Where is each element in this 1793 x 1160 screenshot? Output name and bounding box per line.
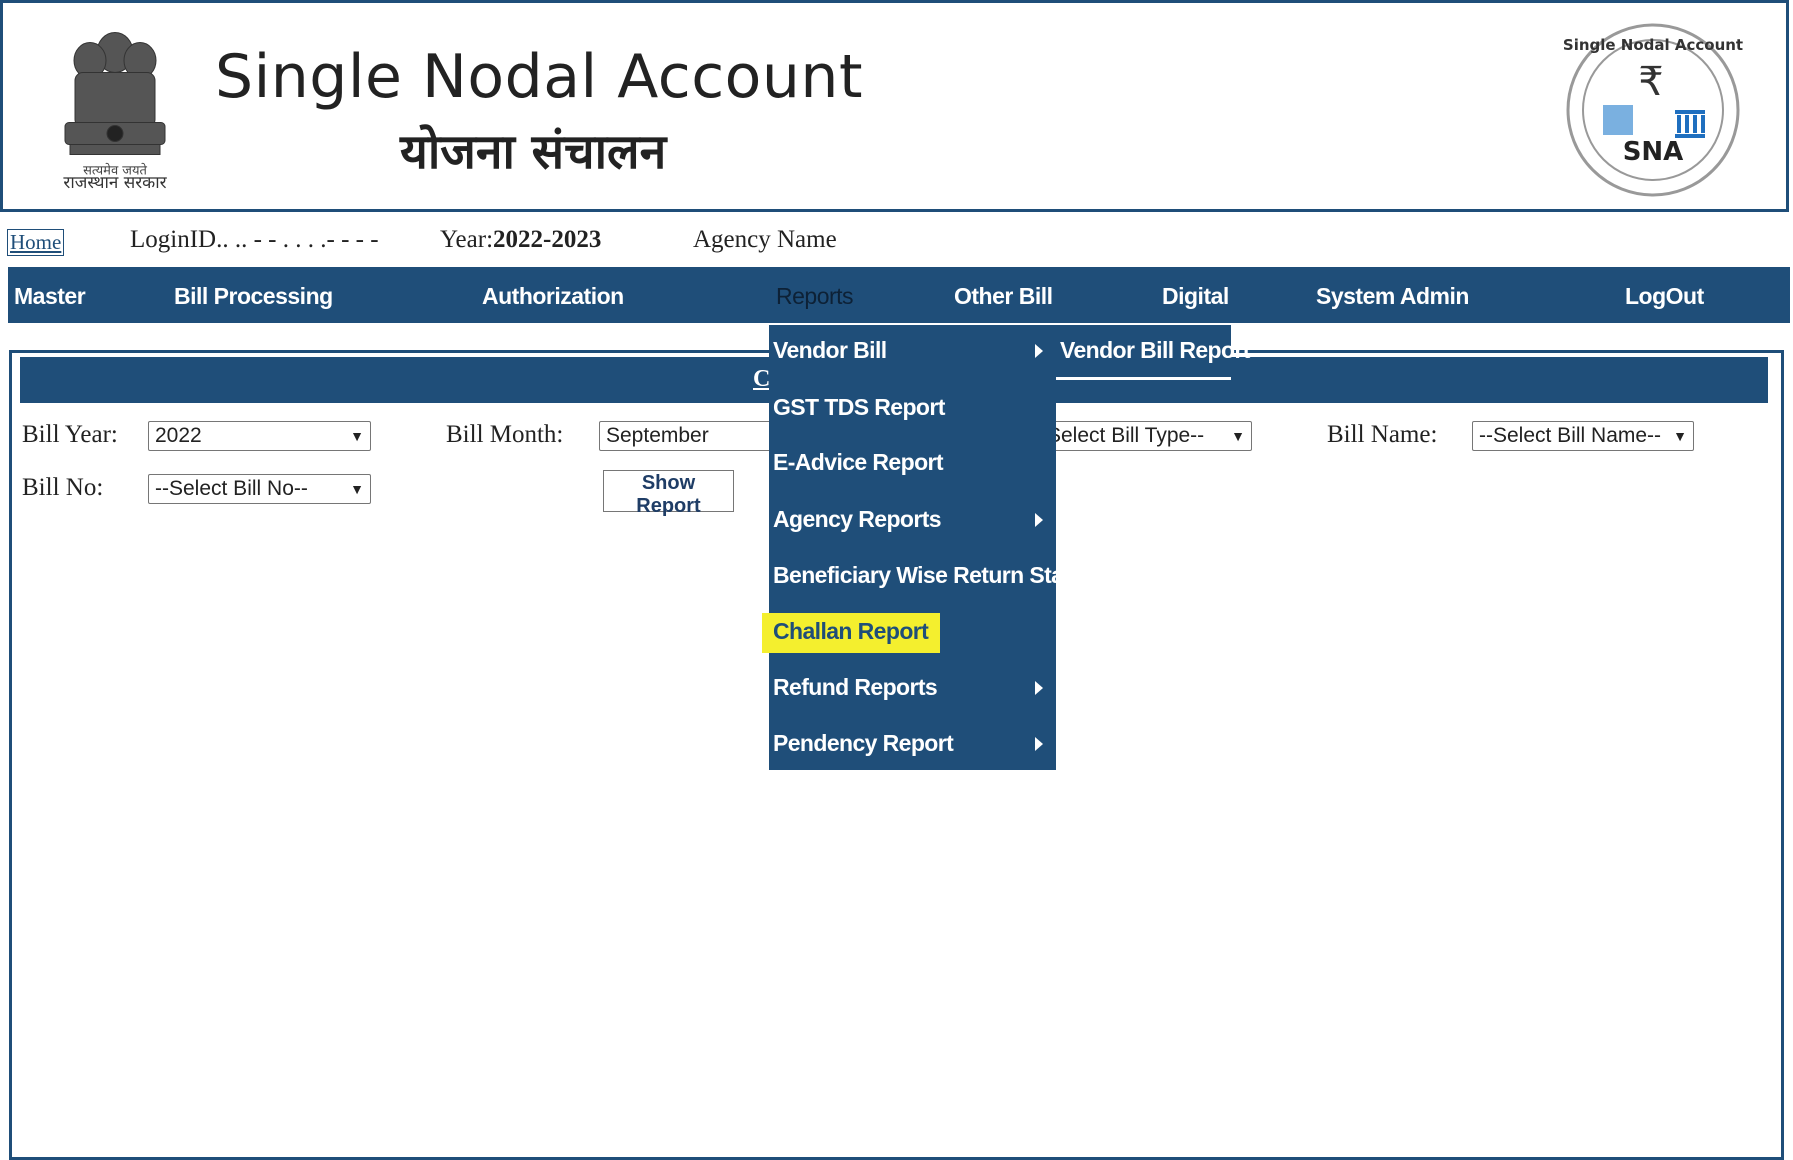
login-id: LoginID.. .. - - . . . .- - - - (130, 226, 379, 254)
menu-refund-reports[interactable]: Refund Reports (773, 674, 938, 701)
nav-system-admin[interactable]: System Admin (1316, 283, 1469, 310)
financial-year: Year:2022-2023 (440, 226, 601, 254)
nav-bill-processing[interactable]: Bill Processing (174, 283, 333, 310)
nav-master[interactable]: Master (14, 283, 86, 310)
reports-dropdown-menu (769, 325, 1056, 770)
submenu-arrow-icon (1035, 513, 1043, 527)
menu-vendor-bill[interactable]: Vendor Bill (773, 337, 887, 364)
sna-logo-icon: Single Nodal Account ₹ SNA (1563, 23, 1743, 197)
chevron-down-icon: ▼ (1231, 428, 1245, 444)
menu-agency-reports[interactable]: Agency Reports (773, 506, 942, 533)
submenu-arrow-icon (1035, 344, 1043, 358)
bill-month-select[interactable]: September (599, 421, 774, 451)
year-value: 2022-2023 (493, 226, 602, 253)
bill-year-label: Bill Year: (22, 421, 118, 448)
site-title-hindi: योजना संचालन (400, 124, 667, 180)
panel-title: C (753, 366, 771, 392)
nav-authorization[interactable]: Authorization (482, 283, 624, 310)
nav-logout[interactable]: LogOut (1625, 283, 1704, 310)
site-title-english: Single Nodal Account (215, 42, 863, 112)
bill-name-label: Bill Name: (1327, 421, 1438, 448)
svg-text:SNA: SNA (1623, 137, 1684, 167)
emblem-caption: राजस्थान सरकार (63, 173, 167, 193)
menu-gst-tds-report[interactable]: GST TDS Report (773, 394, 945, 421)
bill-month-label: Bill Month: (446, 421, 564, 448)
bill-year-select[interactable]: 2022 ▼ (148, 421, 371, 451)
nav-digital[interactable]: Digital (1162, 283, 1229, 310)
submenu-vendor-bill-report[interactable]: Vendor Bill Report (1060, 337, 1250, 364)
nav-reports[interactable]: Reports (776, 283, 854, 310)
chevron-down-icon: ▼ (350, 428, 364, 444)
submenu-arrow-icon (1035, 737, 1043, 751)
login-label: LoginID (130, 226, 217, 253)
bill-no-select[interactable]: --Select Bill No-- ▼ (148, 474, 371, 504)
bill-type-select[interactable]: Select Bill Type-- ▼ (1040, 421, 1252, 451)
login-value: .. .. - - . . . .- - - - (216, 226, 379, 253)
agency-name-label: Agency Name (693, 226, 837, 253)
chevron-down-icon: ▼ (350, 481, 364, 497)
menu-challan-report[interactable]: Challan Report (773, 618, 929, 645)
state-emblem-icon: सत्यमेव जयते (64, 32, 166, 179)
menu-e-advice-report[interactable]: E-Advice Report (773, 449, 944, 476)
submenu-arrow-icon (1035, 681, 1043, 695)
bill-name-select[interactable]: --Select Bill Name-- ▼ (1472, 421, 1694, 451)
svg-text:Single Nodal Account: Single Nodal Account (1563, 36, 1743, 54)
menu-beneficiary-wise-return-status[interactable]: Beneficiary Wise Return Status (773, 562, 1097, 589)
year-label: Year: (440, 226, 494, 253)
svg-text:₹: ₹ (1638, 59, 1663, 105)
nav-other-bill[interactable]: Other Bill (954, 283, 1053, 310)
chevron-down-icon: ▼ (1673, 428, 1687, 444)
bill-no-label: Bill No: (22, 474, 104, 501)
menu-pendency-report[interactable]: Pendency Report (773, 730, 954, 757)
home-link[interactable]: Home (7, 229, 65, 256)
show-report-button[interactable]: Show Report (603, 470, 734, 517)
